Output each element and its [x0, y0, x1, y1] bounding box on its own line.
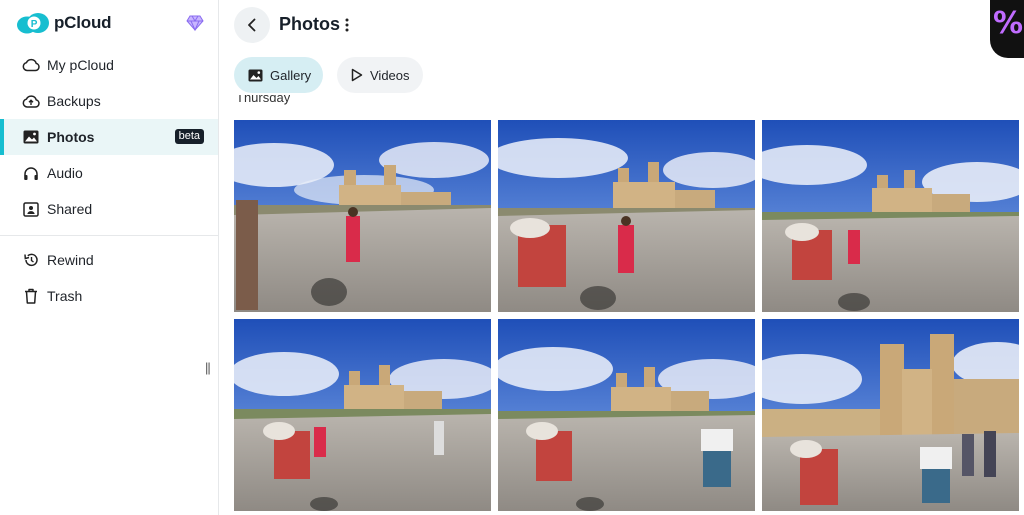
photo-thumbnail[interactable] [234, 120, 491, 312]
sidebar-collapse-handle[interactable]: || [205, 360, 211, 375]
headphones-icon [22, 164, 40, 182]
sidebar-item-my-pcloud[interactable]: My pCloud [0, 47, 218, 83]
more-vertical-icon [345, 18, 349, 32]
percent-text: % [993, 6, 1024, 41]
photo-thumbnail[interactable] [498, 319, 755, 511]
page-title: Photos [279, 14, 340, 34]
sidebar-item-label: Audio [47, 165, 83, 181]
sidebar-item-label: My pCloud [47, 57, 114, 73]
image-icon [248, 67, 263, 83]
more-options-button[interactable] [340, 15, 354, 35]
cloud-upload-icon [22, 92, 40, 110]
sidebar-item-backups[interactable]: Backups [0, 83, 218, 119]
sidebar-item-label: Rewind [47, 252, 94, 268]
rewind-icon [22, 251, 40, 269]
sidebar-item-audio[interactable]: Audio [0, 155, 218, 191]
photo-thumbnail[interactable] [498, 120, 755, 312]
svg-text:P: P [31, 19, 38, 30]
sidebar-secondary-nav: Rewind Trash [0, 242, 218, 314]
photo-grid [234, 120, 1020, 515]
tab-videos[interactable]: Videos [337, 57, 423, 93]
photo-image [234, 120, 491, 312]
section-date-text: Thursday [236, 95, 291, 105]
corner-overlay-badge: % [990, 0, 1024, 58]
photo-thumbnail[interactable] [762, 120, 1019, 312]
beta-badge: beta [174, 129, 204, 144]
brand-name: pCloud [54, 13, 112, 32]
back-button[interactable] [234, 7, 270, 43]
sidebar-item-label: Backups [47, 93, 101, 109]
cloud-icon [22, 56, 40, 74]
photo-image [762, 319, 1019, 511]
sidebar-item-trash[interactable]: Trash [0, 278, 218, 314]
sidebar-item-rewind[interactable]: Rewind [0, 242, 218, 278]
tab-gallery[interactable]: Gallery [234, 57, 323, 93]
trash-icon [22, 287, 40, 305]
photo-thumbnail[interactable] [234, 319, 491, 511]
sidebar-item-label: Trash [47, 288, 83, 304]
sidebar-divider [0, 235, 218, 236]
diamond-icon[interactable] [186, 14, 204, 32]
photo-image [498, 319, 755, 511]
section-date-label: Thursday [236, 95, 290, 106]
sidebar-item-photos[interactable]: Photos beta [0, 119, 218, 155]
sidebar-item-shared[interactable]: Shared [0, 191, 218, 227]
pcloud-logo-icon: P [17, 13, 49, 34]
sidebar-item-label: Photos [47, 129, 95, 145]
sidebar-item-label: Shared [47, 201, 93, 217]
photo-image [234, 319, 491, 511]
tab-label: Gallery [270, 67, 312, 83]
photo-image [762, 120, 1019, 312]
play-icon [351, 67, 363, 83]
image-icon [22, 128, 40, 146]
brand[interactable]: P pCloud [16, 11, 112, 35]
shared-folder-icon [22, 200, 40, 218]
tab-label: Videos [370, 67, 410, 83]
photo-thumbnail[interactable] [762, 319, 1019, 511]
photo-image [498, 120, 755, 312]
chevron-left-icon [248, 18, 256, 32]
sidebar-nav: My pCloud Backups Photos beta Audio Shar… [0, 47, 218, 227]
sidebar: P pCloud My pCloud Backups Photos beta A… [0, 0, 219, 515]
